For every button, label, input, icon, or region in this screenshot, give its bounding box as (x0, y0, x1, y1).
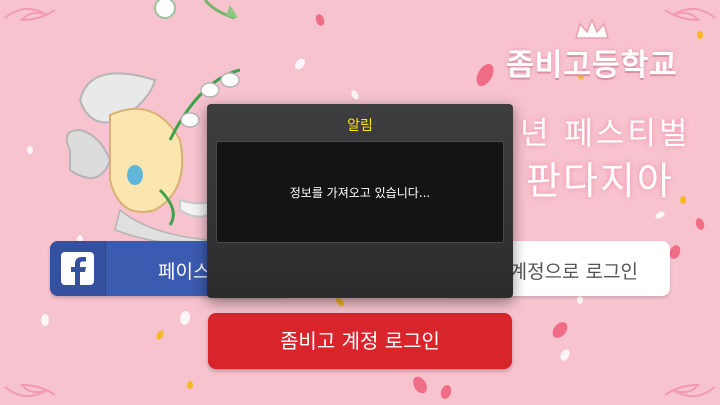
crown-icon (575, 18, 609, 39)
festival-title-line1: 년 페스티벌 (520, 116, 691, 152)
zombie-account-login-button[interactable]: 좀비고 계정 로그인 (208, 313, 512, 369)
game-logo: 좀비고등학교 (506, 48, 678, 83)
account-login-label: 계정으로 로그인 (509, 261, 638, 283)
festival-title-line2: 판다지아 (526, 159, 674, 203)
dialog-message: 정보를 가져오고 있습니다... (289, 186, 431, 200)
dialog-body: 정보를 가져오고 있습니다... (216, 141, 504, 243)
dialog-title: 알림 (347, 118, 373, 134)
notification-dialog: 알림 정보를 가져오고 있습니다... (207, 104, 513, 298)
facebook-icon (50, 241, 106, 296)
facebook-login-label: 페이스 (158, 261, 211, 283)
